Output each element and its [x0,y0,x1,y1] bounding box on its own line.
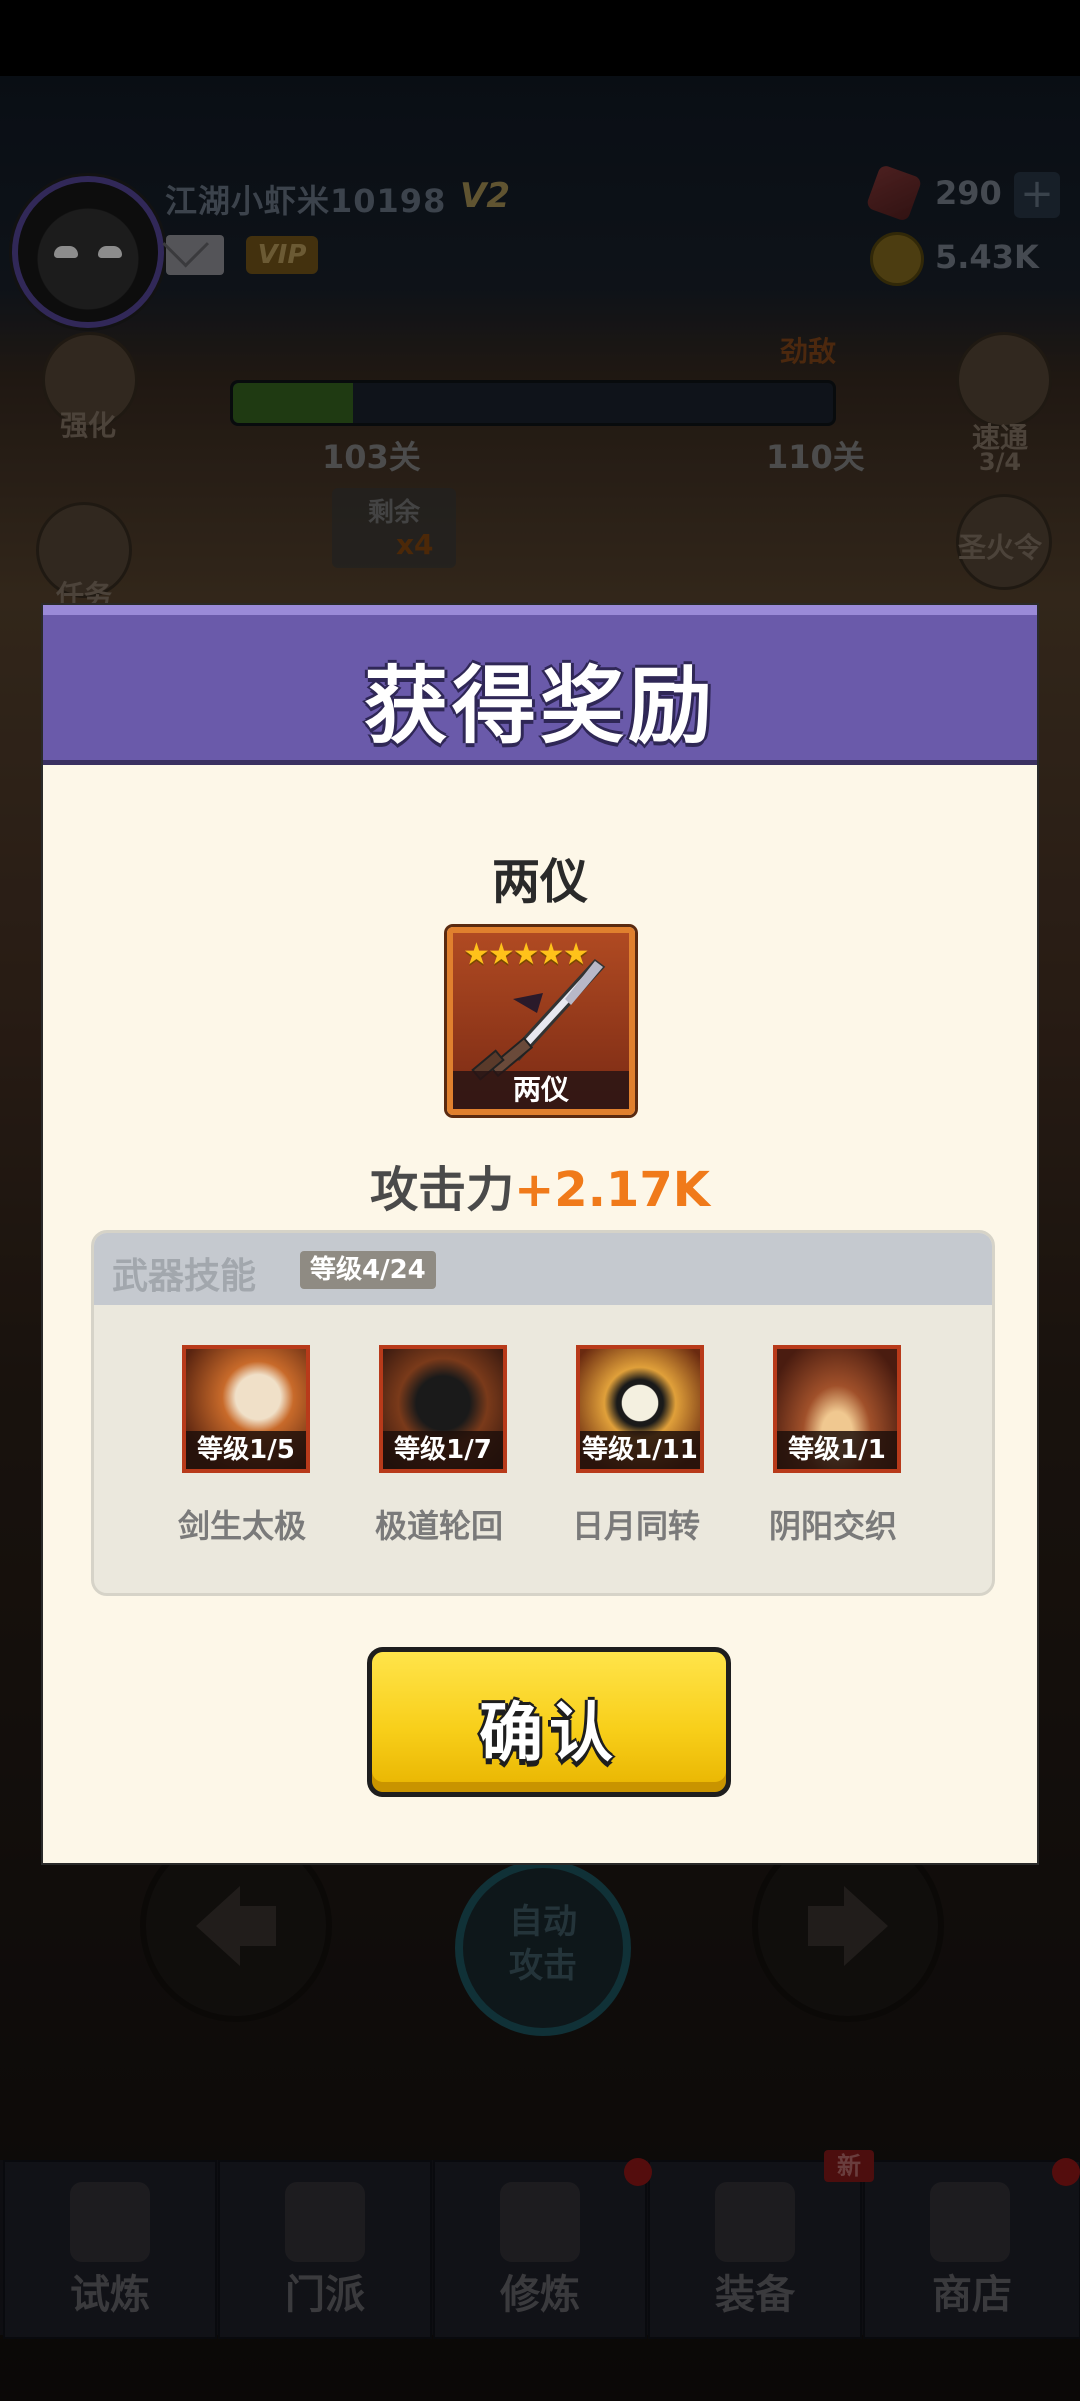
skill-level: 等级1/11 [580,1431,700,1469]
skill-item[interactable]: 等级1/11 日月同转 [554,1345,714,1555]
weapon-skills-panel: 武器技能 等级4/24 等级1/5 剑生太极 等级1/7 极道轮回 等级1/11… [91,1230,995,1596]
rarity-stars: ★★★★★ [463,937,589,972]
crossed-swords-icon: 等级1/1 [773,1345,901,1473]
skill-level: 等级1/1 [777,1431,897,1469]
attack-bonus: 攻击力+2.17K [43,1150,1037,1220]
confirm-button[interactable]: 确认 [367,1647,731,1797]
sword-slash-icon: 等级1/5 [182,1345,310,1473]
attack-value: +2.17K [514,1162,710,1218]
attack-label: 攻击力 [370,1162,515,1218]
modal-header: 获得奖励 [43,605,1037,765]
reward-item-card[interactable]: ★★★★★ 两仪 [447,927,635,1115]
shadow-ninja-icon: 等级1/7 [379,1345,507,1473]
skill-name: 日月同转 [571,1507,700,1545]
skill-item[interactable]: 等级1/7 极道轮回 [357,1345,517,1555]
item-card-label: 两仪 [453,1071,629,1109]
weapon-skills-title: 武器技能 [112,1256,257,1297]
skill-name: 阴阳交织 [768,1507,897,1545]
reward-item-name: 两仪 [491,854,588,910]
confirm-label: 确认 [479,1697,619,1771]
skill-level: 等级1/5 [186,1431,306,1469]
skill-name: 剑生太极 [177,1507,306,1545]
skill-item[interactable]: 等级1/5 剑生太极 [160,1345,320,1555]
skill-level: 等级1/7 [383,1431,503,1469]
skill-item[interactable]: 等级1/1 阴阳交织 [751,1345,911,1555]
weapon-skills-header: 武器技能 等级4/24 [94,1233,992,1305]
yin-yang-icon: 等级1/11 [576,1345,704,1473]
skill-name: 极道轮回 [374,1507,503,1545]
weapon-skills-level-badge: 等级4/24 [300,1251,436,1289]
modal-title: 获得奖励 [363,657,716,755]
reward-modal: 获得奖励 两仪 ★★★★★ 两仪 攻击力+2.17K 武器技能 等级4/24 等… [43,605,1037,1863]
